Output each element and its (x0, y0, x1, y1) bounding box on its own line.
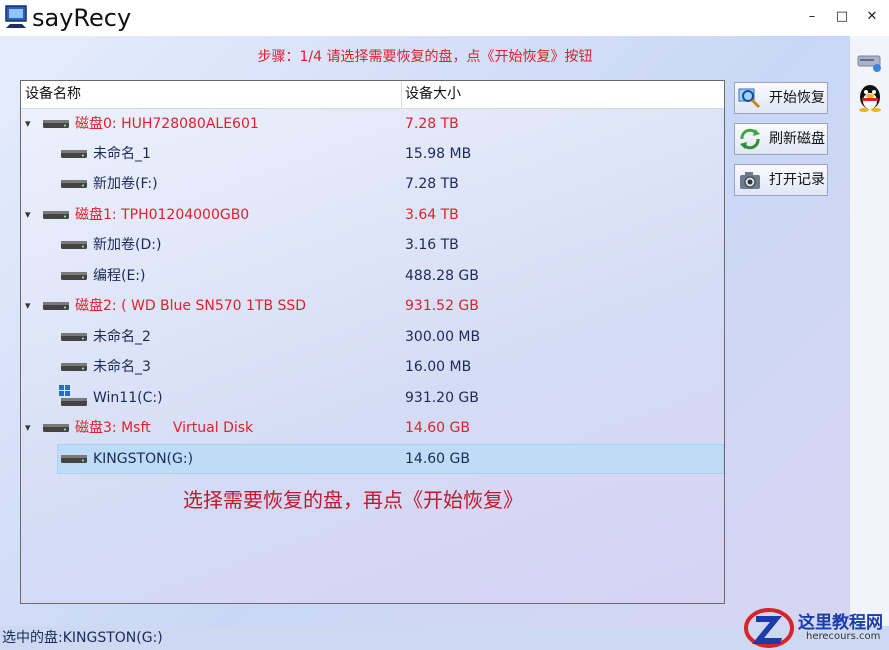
chevron-down-icon[interactable]: ▾ (25, 200, 37, 230)
refresh-icon (740, 128, 760, 150)
hard-drive-icon (43, 120, 69, 128)
title-bar: sayRecy – □ ✕ (0, 0, 889, 36)
device-size: 931.20 GB (405, 390, 479, 406)
device-size: 14.60 GB (405, 451, 470, 467)
device-name: 编程(E:) (93, 268, 146, 284)
chevron-down-icon[interactable]: ▾ (25, 413, 37, 443)
hard-drive-icon (43, 211, 69, 219)
tree-row-partition[interactable]: 未命名_3 16.00 MB (21, 352, 724, 382)
hard-drive-icon (61, 241, 87, 249)
device-name: 未命名_2 (93, 329, 151, 345)
hard-drive-icon (61, 180, 87, 188)
tree-row-partition[interactable]: 新加卷(F:) 7.28 TB (21, 169, 724, 199)
windows-icon (59, 385, 87, 406)
refresh-disk-label: 刷新磁盘 (769, 131, 825, 147)
maximize-button[interactable]: □ (828, 6, 856, 28)
device-name: 未命名_1 (93, 146, 151, 162)
device-size: 931.52 GB (405, 298, 479, 314)
device-name: Win11(C:) (93, 390, 163, 406)
hard-drive-icon (43, 424, 69, 432)
device-name: KINGSTON(G:) (93, 451, 194, 467)
device-tree[interactable]: 设备名称 设备大小 ▾ 磁盘0: HUH728080ALE601 7.28 TB… (20, 80, 725, 604)
app-monitor-icon (5, 5, 27, 28)
device-size: 3.16 TB (405, 237, 459, 253)
device-size: 14.60 GB (405, 420, 470, 436)
network-drive-icon[interactable] (856, 48, 884, 74)
device-size: 7.28 TB (405, 176, 459, 192)
chevron-down-icon[interactable]: ▾ (25, 291, 37, 321)
qq-penguin-icon[interactable] (856, 82, 884, 112)
device-name: 磁盘2: ( WD Blue SN570 1TB SSD (75, 298, 307, 314)
watermark-logo: 这里教程网 herecours.com (740, 606, 889, 650)
device-name: 磁盘1: TPH01204000GB0 (75, 207, 250, 223)
hard-drive-icon (43, 302, 69, 310)
tree-row-partition-selected[interactable]: KINGSTON(G:) 14.60 GB (21, 444, 724, 474)
tree-row-partition-system[interactable]: Win11(C:) 931.20 GB (21, 383, 724, 413)
tree-header: 设备名称 设备大小 (21, 81, 724, 109)
column-separator[interactable] (401, 81, 402, 108)
hard-drive-icon (61, 333, 87, 341)
tree-row-disk3[interactable]: ▾ 磁盘3: Msft Virtual Disk 14.60 GB (21, 413, 724, 443)
device-name: 新加卷(D:) (93, 237, 162, 253)
step-instruction: 步骤：1/4 请选择需要恢复的盘，点《开始恢复》按钮 (257, 49, 593, 65)
camera-icon (740, 172, 760, 189)
tree-row-disk0[interactable]: ▾ 磁盘0: HUH728080ALE601 7.28 TB (21, 109, 724, 139)
start-recovery-button[interactable]: 开始恢复 (734, 82, 828, 114)
hard-drive-icon (61, 363, 87, 371)
device-name: 新加卷(F:) (93, 176, 158, 192)
hard-drive-icon (61, 455, 87, 463)
watermark-z-icon (744, 608, 794, 648)
open-log-button[interactable]: 打开记录 (734, 164, 828, 196)
tree-row-partition[interactable]: 新加卷(D:) 3.16 TB (21, 230, 724, 260)
app-title: sayRecy (32, 4, 132, 32)
device-size: 3.64 TB (405, 207, 459, 223)
hard-drive-icon (61, 150, 87, 158)
close-button[interactable]: ✕ (858, 6, 886, 28)
magnifier-icon (738, 88, 761, 109)
tree-row-partition[interactable]: 未命名_1 15.98 MB (21, 139, 724, 169)
right-rail (850, 36, 889, 626)
tree-row-disk1[interactable]: ▾ 磁盘1: TPH01204000GB0 3.64 TB (21, 200, 724, 230)
tree-row-partition[interactable]: 未命名_2 300.00 MB (21, 322, 724, 352)
hint-text: 选择需要恢复的盘，再点《开始恢复》 (183, 488, 523, 512)
tree-row-disk2[interactable]: ▾ 磁盘2: ( WD Blue SN570 1TB SSD 931.52 GB (21, 291, 724, 321)
start-recovery-label: 开始恢复 (769, 90, 825, 106)
minimize-button[interactable]: – (798, 6, 826, 28)
device-size: 7.28 TB (405, 116, 459, 132)
status-text: 选中的盘:KINGSTON(G:) (2, 630, 163, 646)
column-header-name[interactable]: 设备名称 (25, 81, 81, 108)
device-size: 300.00 MB (405, 329, 481, 345)
device-name: 磁盘0: HUH728080ALE601 (75, 116, 259, 132)
device-size: 488.28 GB (405, 268, 479, 284)
device-size: 16.00 MB (405, 359, 472, 375)
watermark-title: 这里教程网 (798, 613, 883, 633)
column-header-size[interactable]: 设备大小 (405, 81, 461, 108)
device-size: 15.98 MB (405, 146, 472, 162)
device-name: 未命名_3 (93, 359, 151, 375)
device-name: 磁盘3: Msft Virtual Disk (75, 420, 254, 436)
refresh-disk-button[interactable]: 刷新磁盘 (734, 123, 828, 155)
hard-drive-icon (61, 272, 87, 280)
open-log-label: 打开记录 (769, 172, 825, 188)
watermark-url: herecours.com (806, 631, 881, 642)
chevron-down-icon[interactable]: ▾ (25, 109, 37, 139)
tree-row-partition[interactable]: 编程(E:) 488.28 GB (21, 261, 724, 291)
